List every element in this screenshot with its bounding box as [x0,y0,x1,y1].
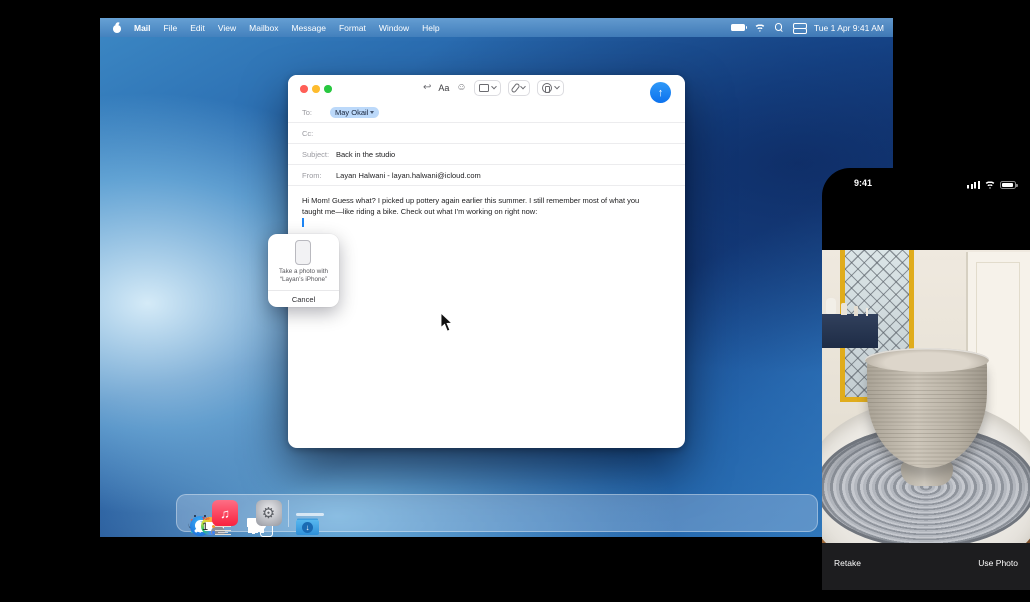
undo-icon[interactable]: ↩ [423,80,431,96]
music-note-glyph: ♫ [220,507,230,520]
from-value: Layan Halwani - layan.halwani@icloud.com [336,171,481,180]
menu-item-format[interactable]: Format [339,23,366,33]
text-caret [302,218,304,227]
menu-item-view[interactable]: View [218,23,236,33]
system-settings-icon: ⚙ [256,500,282,526]
dock-divider [288,500,289,527]
attach-file-button[interactable] [508,80,530,96]
media-browser-button[interactable] [474,80,501,96]
iphone-camera-panel: 9:41 Retake Use Photo [822,168,1030,602]
wifi-icon[interactable] [754,23,766,32]
media-browser-icon [479,84,489,92]
clay-bowl-rim [865,348,989,372]
chevron-down-icon [520,84,526,90]
mail-compose-window: ↩ Aa ☺ ↑ [288,75,685,448]
menu-bar-left: Mail File Edit View Mailbox Message Form… [100,23,440,33]
menu-item-file[interactable]: File [164,23,178,33]
mac-desktop: Mail File Edit View Mailbox Message Form… [100,18,893,537]
chevron-down-icon [491,84,497,90]
retake-button[interactable]: Retake [834,558,861,568]
menu-item-edit[interactable]: Edit [190,23,205,33]
dock-item-system-settings[interactable]: ⚙ [256,500,282,526]
subject-field[interactable]: Subject: Back in the studio [288,144,685,165]
from-field[interactable]: From: Layan Halwani - layan.halwani@iclo… [288,165,685,186]
close-window-button[interactable] [300,85,308,93]
wifi-icon [984,180,996,189]
search-icon[interactable] [775,23,784,32]
compose-titlebar: ↩ Aa ☺ ↑ [288,75,685,102]
message-body-text: Hi Mom! Guess what? I picked up pottery … [302,196,639,216]
apple-menu-icon[interactable] [112,23,121,33]
to-label: To: [302,108,330,117]
ceramic-vases [826,298,836,314]
iphone-clock: 9:41 [854,178,872,188]
screenshot-stage: Mail File Edit View Mailbox Message Form… [0,0,1030,602]
cellular-icon [967,181,980,189]
compose-toolbar: ↩ Aa ☺ [423,80,564,96]
dock-item-music[interactable]: ♫ [212,500,238,526]
popup-divider [268,290,339,291]
captured-photo-pottery [822,250,1030,543]
iphone-status-icons [967,180,1016,189]
cc-field[interactable]: Cc: [288,123,685,144]
menu-item-message[interactable]: Message [291,23,326,33]
emoji-icon[interactable]: ☺ [456,80,466,96]
from-label: From: [302,171,336,180]
to-field[interactable]: To: May Okail [288,102,685,123]
token-chevron-icon [370,111,374,114]
studio-shelf [822,314,878,348]
battery-icon [1000,181,1016,189]
menu-item-mailbox[interactable]: Mailbox [249,23,278,33]
send-button[interactable]: ↑ [650,82,671,103]
music-icon: ♫ [212,500,238,526]
menu-item-help[interactable]: Help [422,23,439,33]
subject-value: Back in the studio [336,150,395,159]
format-icon[interactable]: Aa [438,80,449,96]
popup-title-line2: “Layan’s iPhone” [268,276,339,284]
menu-bar-clock[interactable]: Tue 1 Apr 9:41 AM [814,23,884,33]
minimize-window-button[interactable] [312,85,320,93]
battery-icon[interactable] [731,24,745,31]
gear-glyph: ⚙ [262,506,275,521]
recipient-token[interactable]: May Okail [330,107,379,118]
popup-title-line1: Take a photo with [268,268,339,276]
cancel-button[interactable]: Cancel [268,293,339,304]
recipient-name: May Okail [335,108,368,117]
cc-label: Cc: [302,129,330,138]
menu-item-window[interactable]: Window [379,23,409,33]
iphone-status-bar: 9:41 [822,168,1030,198]
continuity-camera-popup: Take a photo with “Layan’s iPhone” Cance… [268,234,339,307]
message-body[interactable]: Hi Mom! Guess what? I picked up pottery … [288,186,671,227]
iphone-icon [295,240,311,265]
chevron-down-icon [554,84,560,90]
continuity-camera-button[interactable] [537,80,564,96]
menu-bar-status: Tue 1 Apr 9:41 AM [731,23,893,33]
photo-review-toolbar: Retake Use Photo [822,543,1030,590]
continuity-camera-icon [542,83,552,93]
dock: Tue1 ♫ A ⚙ [176,494,818,532]
subject-label: Subject: [302,150,336,159]
menu-item-mail[interactable]: Mail [134,23,151,33]
zoom-window-button[interactable] [324,85,332,93]
paperclip-icon [510,83,520,94]
menu-bar: Mail File Edit View Mailbox Message Form… [100,18,893,37]
use-photo-button[interactable]: Use Photo [978,558,1018,568]
popup-title: Take a photo with “Layan’s iPhone” [268,268,339,284]
control-center-icon[interactable] [793,23,805,32]
